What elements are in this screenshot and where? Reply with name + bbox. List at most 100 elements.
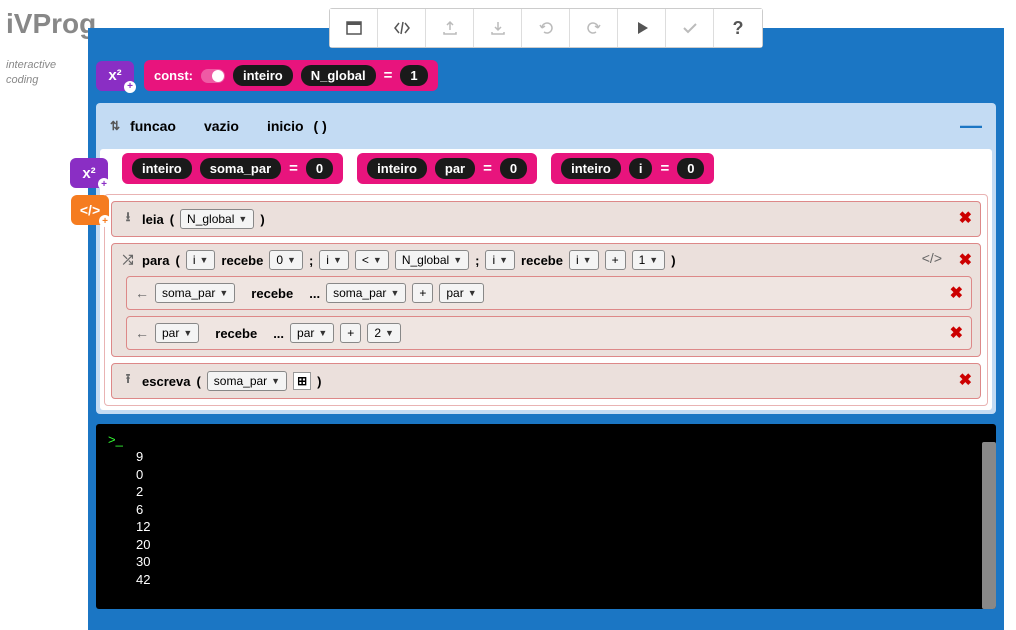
local-var-decl[interactable]: inteiro i = 0 bbox=[551, 153, 714, 184]
local-vars-row: x²+ inteiro soma_par = 0 inteiro par = bbox=[104, 153, 988, 184]
console-line: 12 bbox=[108, 518, 984, 536]
global-value[interactable]: 1 bbox=[400, 65, 427, 86]
toolbar: ? bbox=[329, 8, 763, 48]
local-var-decl[interactable]: inteiro par = 0 bbox=[357, 153, 537, 184]
local-var-decl[interactable]: inteiro soma_par = 0 bbox=[122, 153, 343, 184]
plus-icon: + bbox=[99, 215, 111, 227]
add-local-button[interactable]: x²+ bbox=[70, 158, 108, 188]
var-type[interactable]: inteiro bbox=[561, 158, 621, 179]
global-type[interactable]: inteiro bbox=[233, 65, 293, 86]
expr-a-dropdown[interactable]: soma_par▼ bbox=[326, 283, 406, 303]
expr-op-dropdown[interactable]: + bbox=[340, 323, 361, 343]
console-prompt: >_ bbox=[108, 432, 123, 447]
const-label: const: bbox=[154, 68, 193, 83]
para-command[interactable]: ⤮ para ( i▼ recebe 0▼ ; i▼ <▼ N_global▼ … bbox=[111, 243, 981, 357]
console-line: 9 bbox=[108, 448, 984, 466]
plus-icon: + bbox=[98, 178, 110, 190]
add-global-button[interactable]: x²+ bbox=[96, 61, 134, 91]
inc-op-dropdown[interactable]: + bbox=[605, 250, 626, 270]
expr-b-dropdown[interactable]: 2▼ bbox=[367, 323, 401, 343]
download-button[interactable] bbox=[474, 9, 522, 47]
redo-button[interactable] bbox=[570, 9, 618, 47]
func-name[interactable]: inicio bbox=[267, 118, 304, 134]
cond-op-dropdown[interactable]: <▼ bbox=[355, 250, 389, 270]
sort-handle-icon[interactable]: ⇅ bbox=[110, 119, 120, 133]
toggle-view-icon[interactable]: </> bbox=[922, 250, 942, 266]
var-value[interactable]: 0 bbox=[306, 158, 333, 179]
lhs-dropdown[interactable]: par▼ bbox=[155, 323, 199, 343]
function-header[interactable]: ⇅ funcao vazio inicio ( ) — bbox=[96, 103, 996, 149]
console-line: 30 bbox=[108, 553, 984, 571]
function-panel: ⇅ funcao vazio inicio ( ) — x²+ inteiro … bbox=[96, 103, 996, 414]
var-name[interactable]: soma_par bbox=[200, 158, 281, 179]
help-button[interactable]: ? bbox=[714, 9, 762, 47]
console-line: 42 bbox=[108, 571, 984, 589]
inc-val-dropdown[interactable]: 1▼ bbox=[632, 250, 666, 270]
lhs-dropdown[interactable]: soma_par▼ bbox=[155, 283, 235, 303]
delete-button[interactable]: ✖ bbox=[959, 208, 972, 228]
global-var-decl[interactable]: const: inteiro N_global = 1 bbox=[144, 60, 438, 91]
delete-button[interactable]: ✖ bbox=[950, 283, 963, 303]
expr-b-dropdown[interactable]: par▼ bbox=[439, 283, 483, 303]
var-type[interactable]: inteiro bbox=[132, 158, 192, 179]
return-type[interactable]: vazio bbox=[204, 118, 239, 134]
console[interactable]: >_ 902612203042 bbox=[96, 424, 996, 609]
globals-row: x²+ const: inteiro N_global = 1 bbox=[96, 60, 996, 91]
add-expr-button[interactable]: ⊞ bbox=[293, 372, 311, 390]
escreva-command[interactable]: ⭱ escreva ( soma_par▼ ⊞ ) ✖ bbox=[111, 363, 981, 399]
minimize-button[interactable]: — bbox=[960, 113, 982, 139]
console-output: 902612203042 bbox=[108, 448, 984, 588]
var-value[interactable]: 0 bbox=[677, 158, 704, 179]
download-icon: ⭳ bbox=[120, 208, 136, 230]
console-line: 0 bbox=[108, 466, 984, 484]
var-value[interactable]: 0 bbox=[500, 158, 527, 179]
var-type[interactable]: inteiro bbox=[367, 158, 427, 179]
cond-rhs-dropdown[interactable]: N_global▼ bbox=[395, 250, 469, 270]
console-line: 2 bbox=[108, 483, 984, 501]
main: ? x²+ const: inteiro N_global = 1 ⇅ func… bbox=[88, 0, 1004, 630]
leia-kw: leia bbox=[142, 212, 164, 227]
delete-button[interactable]: ✖ bbox=[959, 370, 972, 390]
shuffle-icon: ⤮ bbox=[120, 252, 136, 268]
escreva-var-dropdown[interactable]: soma_par▼ bbox=[207, 371, 287, 391]
assign-command[interactable]: ← soma_par▼ recebe ... soma_par▼ + par▼ … bbox=[126, 276, 972, 310]
equals: = bbox=[384, 67, 393, 84]
para-body: ← soma_par▼ recebe ... soma_par▼ + par▼ … bbox=[126, 276, 972, 350]
recebe-label: recebe bbox=[521, 253, 563, 268]
check-button[interactable] bbox=[666, 9, 714, 47]
console-line: 6 bbox=[108, 501, 984, 519]
delete-button[interactable]: ✖ bbox=[959, 250, 972, 270]
const-toggle[interactable] bbox=[201, 69, 225, 83]
global-name[interactable]: N_global bbox=[301, 65, 376, 86]
leia-command[interactable]: ⭳ leia ( N_global▼ ) ✖ bbox=[111, 201, 981, 237]
var-name[interactable]: i bbox=[629, 158, 653, 179]
init-value-dropdown[interactable]: 0▼ bbox=[269, 250, 303, 270]
recebe-label: recebe bbox=[221, 253, 263, 268]
sidebar: iVProg interactive coding bbox=[0, 0, 88, 97]
upload-button[interactable] bbox=[426, 9, 474, 47]
dots-label[interactable]: ... bbox=[273, 326, 284, 341]
undo-button[interactable] bbox=[522, 9, 570, 47]
recebe-label: recebe bbox=[215, 326, 257, 341]
leia-var-dropdown[interactable]: N_global▼ bbox=[180, 209, 254, 229]
expr-op-dropdown[interactable]: + bbox=[412, 283, 433, 303]
inc-lhs-dropdown[interactable]: i▼ bbox=[569, 250, 599, 270]
add-command-button[interactable]: </>+ bbox=[71, 195, 109, 225]
plus-icon: + bbox=[124, 81, 136, 93]
expr-a-dropdown[interactable]: par▼ bbox=[290, 323, 334, 343]
window-button[interactable] bbox=[330, 9, 378, 47]
code-button[interactable] bbox=[378, 9, 426, 47]
tagline: interactive coding bbox=[6, 58, 82, 89]
func-parens: ( ) bbox=[314, 118, 327, 134]
cond-var-dropdown[interactable]: i▼ bbox=[319, 250, 349, 270]
delete-button[interactable]: ✖ bbox=[950, 323, 963, 343]
function-body: x²+ inteiro soma_par = 0 inteiro par = bbox=[100, 149, 992, 410]
init-var-dropdown[interactable]: i▼ bbox=[186, 250, 216, 270]
dots-label[interactable]: ... bbox=[309, 286, 320, 301]
inc-var-dropdown[interactable]: i▼ bbox=[485, 250, 515, 270]
play-button[interactable] bbox=[618, 9, 666, 47]
arrow-left-icon: ← bbox=[135, 285, 149, 301]
var-name[interactable]: par bbox=[435, 158, 475, 179]
assign-command[interactable]: ← par▼ recebe ... par▼ + 2▼ ✖ bbox=[126, 316, 972, 350]
scrollbar[interactable] bbox=[982, 442, 996, 609]
